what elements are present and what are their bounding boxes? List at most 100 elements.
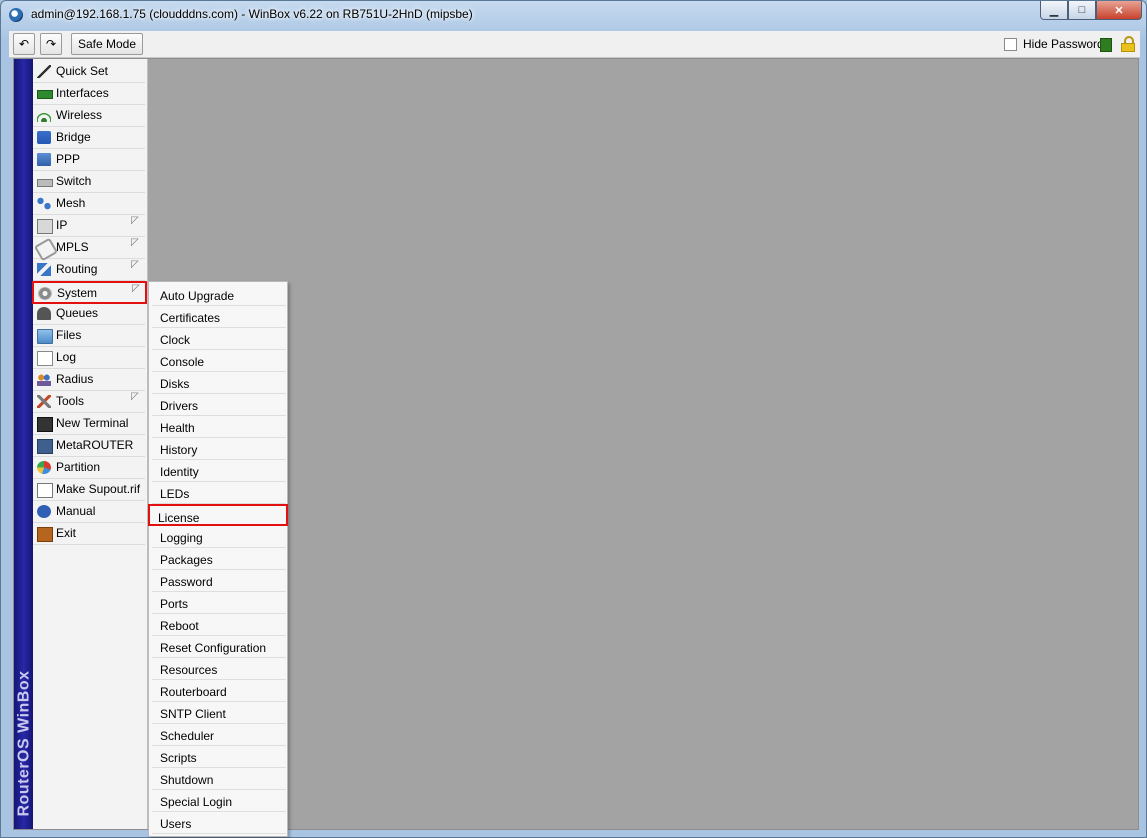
hide-passwords-toggle[interactable]: Hide Passwords <box>1004 37 1110 51</box>
submenu-item-label: Drivers <box>160 399 198 413</box>
sidebar-item-metarouter[interactable]: MetaROUTER <box>33 435 145 457</box>
brand-strip: RouterOS WinBox <box>14 59 33 829</box>
sidebar-item-ppp[interactable]: PPP <box>33 149 145 171</box>
sidebar-item-exit[interactable]: Exit <box>33 523 145 545</box>
window-title: admin@192.168.1.75 (cloudddns.com) - Win… <box>31 7 473 21</box>
bridge-icon <box>37 131 51 144</box>
submenu-item-drivers[interactable]: Drivers <box>152 394 286 416</box>
submenu-item-label: LEDs <box>160 487 190 501</box>
submenu-arrow-icon: ◸ <box>131 391 139 402</box>
sidebar-item-routing[interactable]: Routing ◸ <box>33 259 145 281</box>
partition-icon <box>37 461 51 474</box>
submenu-item-license[interactable]: License <box>148 504 288 526</box>
sidebar-item-mpls[interactable]: MPLS ◸ <box>33 237 145 262</box>
submenu-item-label: Clock <box>160 333 191 347</box>
sidebar-item-quick-set[interactable]: Quick Set <box>33 61 145 83</box>
submenu-item-reboot[interactable]: Reboot <box>152 614 286 636</box>
close-button[interactable]: ✕ <box>1096 1 1142 20</box>
submenu-item-label: Reset Configuration <box>160 641 267 655</box>
submenu-item-label: Certificates <box>160 311 221 325</box>
submenu-item-resources[interactable]: Resources <box>152 658 286 680</box>
sidebar-item-label: Interfaces <box>56 86 109 100</box>
submenu-item-identity[interactable]: Identity <box>152 460 286 482</box>
submenu-item-sntp-client[interactable]: SNTP Client <box>152 702 286 724</box>
submenu-item-reset-configuration[interactable]: Reset Configuration <box>152 636 286 658</box>
submenu-item-label: History <box>160 443 198 457</box>
submenu-item-history[interactable]: History <box>152 438 286 460</box>
sidebar-item-partition[interactable]: Partition <box>33 457 145 479</box>
sidebar-item-label: Mesh <box>56 196 86 210</box>
submenu-item-disks[interactable]: Disks <box>152 372 286 394</box>
metarouter-icon <box>37 439 53 454</box>
sidebar-item-label: PPP <box>56 152 81 166</box>
sidebar-item-queues[interactable]: Queues <box>33 303 145 325</box>
ppp-icon <box>37 153 51 166</box>
submenu-item-certificates[interactable]: Certificates <box>152 306 286 328</box>
submenu-item-clock[interactable]: Clock <box>152 328 286 350</box>
sidebar-item-switch[interactable]: Switch <box>33 171 145 193</box>
submenu-item-routerboard[interactable]: Routerboard <box>152 680 286 702</box>
submenu-item-auto-upgrade[interactable]: Auto Upgrade <box>152 284 286 306</box>
sidebar-item-log[interactable]: Log <box>33 347 145 369</box>
hide-passwords-checkbox[interactable] <box>1004 37 1017 51</box>
window-controls: ▁ □ ✕ <box>1040 1 1142 21</box>
submenu-item-scheduler[interactable]: Scheduler <box>152 724 286 746</box>
sidebar-item-label: Routing <box>56 262 98 276</box>
toolbar: ↶ ↷ Safe Mode Hide Passwords <box>9 31 1140 58</box>
hide-passwords-label: Hide Passwords <box>1023 37 1110 51</box>
sidebar-item-label: MPLS <box>56 240 89 254</box>
minimize-button[interactable]: ▁ <box>1040 1 1068 20</box>
sidebar-item-label: Make Supout.rif <box>56 482 141 496</box>
sidebar-item-new-terminal[interactable]: New Terminal <box>33 413 145 435</box>
mesh-icon <box>37 197 51 210</box>
submenu-arrow-icon: ◸ <box>131 215 139 226</box>
routing-icon <box>37 263 51 276</box>
interfaces-icon <box>37 90 53 99</box>
sidebar-item-files[interactable]: Files <box>33 325 145 347</box>
submenu-item-shutdown[interactable]: Shutdown <box>152 768 286 790</box>
safe-mode-button[interactable]: Safe Mode <box>71 33 143 55</box>
radius-icon <box>37 373 51 386</box>
submenu-item-label: Packages <box>160 553 213 567</box>
submenu-item-leds[interactable]: LEDs <box>152 482 286 504</box>
submenu-item-label: Identity <box>160 465 199 479</box>
sidebar-item-manual[interactable]: Manual <box>33 501 145 523</box>
submenu-item-console[interactable]: Console <box>152 350 286 372</box>
submenu-item-packages[interactable]: Packages <box>152 548 286 570</box>
gear-icon <box>38 287 52 300</box>
sidebar-item-radius[interactable]: Radius <box>33 369 145 391</box>
submenu-arrow-icon: ◸ <box>131 237 139 248</box>
sidebar-item-label: Tools <box>56 394 85 408</box>
submenu-item-users[interactable]: Users <box>152 812 286 834</box>
sidebar-item-tools[interactable]: Tools ◸ <box>33 391 145 413</box>
sidebar-item-ip[interactable]: IP ◸ <box>33 215 145 237</box>
maximize-button[interactable]: □ <box>1068 1 1096 20</box>
sidebar-item-label: Radius <box>56 372 94 386</box>
sidebar-item-label: Bridge <box>56 130 91 144</box>
terminal-icon <box>37 417 53 432</box>
redo-button[interactable]: ↷ <box>40 33 62 55</box>
winbox-app-icon <box>9 8 23 22</box>
submenu-item-password[interactable]: Password <box>152 570 286 592</box>
switch-icon <box>37 179 53 187</box>
brand-vertical-text: RouterOS WinBox <box>15 670 33 817</box>
submenu-item-label: Users <box>160 817 192 831</box>
submenu-item-scripts[interactable]: Scripts <box>152 746 286 768</box>
sidebar-item-system[interactable]: System ◸ <box>32 281 147 304</box>
sidebar-item-label: Partition <box>56 460 101 474</box>
submenu-item-label: Console <box>160 355 205 369</box>
submenu-item-ports[interactable]: Ports <box>152 592 286 614</box>
submenu-item-logging[interactable]: Logging <box>152 526 286 548</box>
undo-button[interactable]: ↶ <box>13 33 35 55</box>
submenu-item-health[interactable]: Health <box>152 416 286 438</box>
title-bar[interactable]: admin@192.168.1.75 (cloudddns.com) - Win… <box>1 1 1146 29</box>
sidebar-item-wireless[interactable]: Wireless <box>33 105 145 127</box>
submenu-item-label: Resources <box>160 663 218 677</box>
sidebar-item-make-supout-rif[interactable]: Make Supout.rif <box>33 479 145 501</box>
sidebar-item-bridge[interactable]: Bridge <box>33 127 145 149</box>
main-menu-sidebar: Quick Set Interfaces Wireless Bridge PPP Swit… <box>32 59 148 829</box>
sidebar-item-mesh[interactable]: Mesh <box>33 193 145 215</box>
sidebar-item-interfaces[interactable]: Interfaces <box>33 83 145 105</box>
mpls-icon <box>33 237 59 262</box>
submenu-item-special-login[interactable]: Special Login <box>152 790 286 812</box>
